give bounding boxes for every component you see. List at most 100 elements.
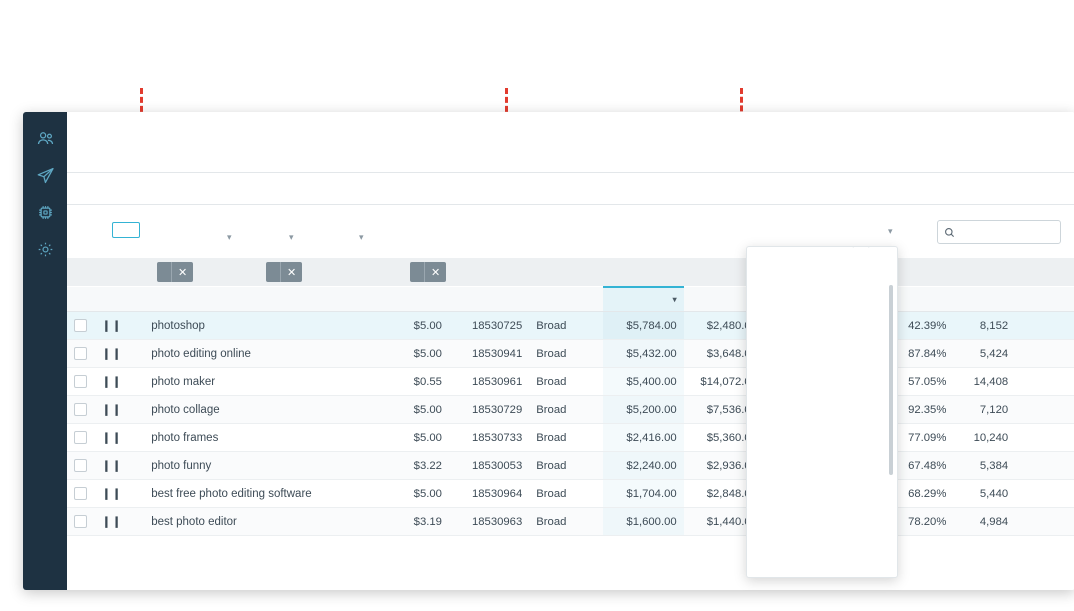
th-keyword-id[interactable]: [449, 287, 529, 312]
row-checkbox-cell[interactable]: [67, 424, 95, 452]
row-checkbox[interactable]: [74, 375, 87, 388]
table-row[interactable]: ❙❙photo funny$3.2218530053Broad$2,240.00…: [67, 452, 1074, 480]
row-checkbox-cell[interactable]: [67, 340, 95, 368]
row-spend: $2,240.00: [603, 452, 683, 480]
send-icon[interactable]: [23, 157, 67, 194]
row-checkbox[interactable]: [74, 431, 87, 444]
row-checkbox-cell[interactable]: [67, 452, 95, 480]
filter-bar: ✕ ✕ ✕: [67, 258, 1074, 286]
row-cost-per: [1015, 480, 1074, 508]
row-cost-per: [1015, 508, 1074, 536]
row-status: ❙❙: [95, 340, 144, 368]
sub-nav: [67, 180, 1074, 205]
table-row[interactable]: ❙❙photo maker$0.5518530961Broad$5,400.00…: [67, 368, 1074, 396]
pause-icon: ❙❙: [102, 348, 122, 360]
pause-icon: ❙❙: [102, 404, 122, 416]
table-row[interactable]: ❙❙photo collage$5.0018530729Broad$5,200.…: [67, 396, 1074, 424]
table-row[interactable]: ❙❙photo frames$5.0018530733Broad$2,416.0…: [67, 424, 1074, 452]
chip-icon[interactable]: [23, 194, 67, 231]
table-row[interactable]: ❙❙best free photo editing software$5.001…: [67, 480, 1074, 508]
row-cost-per: [1015, 452, 1074, 480]
th-match-type[interactable]: [529, 287, 603, 312]
row-checkbox[interactable]: [74, 319, 87, 332]
th-cpt-bid[interactable]: [375, 287, 449, 312]
dropdown-scrollbar[interactable]: [889, 285, 893, 475]
row-keyword-id: 18530729: [449, 396, 529, 424]
actions-menu[interactable]: ▾: [224, 229, 232, 243]
row-installs: 5,440: [953, 480, 1015, 508]
filters-dropdown-trigger[interactable]: ▾: [885, 225, 893, 237]
th-status[interactable]: [95, 287, 144, 312]
dropdown-pointer: [853, 246, 870, 255]
row-checkbox-cell[interactable]: [67, 480, 95, 508]
create-rule-menu[interactable]: ▾: [356, 229, 364, 243]
row-cpt-bid: $3.22: [375, 452, 449, 480]
row-cost-per: [1015, 312, 1074, 340]
row-ttr: 67.48%: [890, 452, 954, 480]
row-keyword-id: 18530963: [449, 508, 529, 536]
close-icon[interactable]: ✕: [171, 262, 193, 282]
table-row[interactable]: ❙❙photo editing online$5.0018530941Broad…: [67, 340, 1074, 368]
add-keywords-button[interactable]: [112, 222, 140, 238]
row-checkbox-cell[interactable]: [67, 396, 95, 424]
th-cost-per[interactable]: [1015, 287, 1074, 312]
row-checkbox[interactable]: [74, 515, 87, 528]
row-keyword: photo frames: [144, 424, 375, 452]
row-checkbox-cell[interactable]: [67, 312, 95, 340]
top-nav: [67, 144, 1074, 173]
main-content: ▾ ▾ ▾ ▾ ✕: [67, 112, 1074, 590]
close-icon[interactable]: ✕: [424, 262, 446, 282]
row-cpt-bid: $5.00: [375, 480, 449, 508]
sort-desc-icon: ▾: [673, 295, 677, 304]
row-installs: 5,424: [953, 340, 1015, 368]
row-ttr: 92.35%: [890, 396, 954, 424]
filter-chip-keyword-text[interactable]: ✕: [266, 262, 302, 282]
th-keyword[interactable]: [144, 287, 375, 312]
pause-icon: ❙❙: [102, 516, 122, 528]
row-checkbox[interactable]: [74, 403, 87, 416]
row-match-type: Broad: [529, 368, 603, 396]
filter-chip-status[interactable]: ✕: [157, 262, 193, 282]
th-installs[interactable]: [953, 287, 1015, 312]
row-keyword: best photo editor: [144, 508, 375, 536]
pause-icon: ❙❙: [102, 460, 122, 472]
row-keyword-id: 18530961: [449, 368, 529, 396]
row-ttr: 77.09%: [890, 424, 954, 452]
row-checkbox[interactable]: [74, 459, 87, 472]
row-status: ❙❙: [95, 508, 144, 536]
search-icon: [944, 227, 955, 238]
row-checkbox-cell[interactable]: [67, 368, 95, 396]
table-body: ❙❙photoshop$5.0018530725Broad$5,784.00$2…: [67, 312, 1074, 536]
row-cpt-bid: $3.19: [375, 508, 449, 536]
row-checkbox[interactable]: [74, 487, 87, 500]
row-cpt-bid: $5.00: [375, 340, 449, 368]
row-spend: $5,400.00: [603, 368, 683, 396]
row-cpt-bid: $0.55: [375, 368, 449, 396]
row-match-type: Broad: [529, 340, 603, 368]
app-window: ▾ ▾ ▾ ▾ ✕: [23, 112, 1074, 590]
chevron-down-icon: ▾: [359, 232, 364, 242]
users-icon[interactable]: [23, 120, 67, 157]
th-select-all[interactable]: [67, 287, 95, 312]
row-match-type: Broad: [529, 452, 603, 480]
row-ttr: 57.05%: [890, 368, 954, 396]
row-keyword-id: 18530725: [449, 312, 529, 340]
row-match-type: Broad: [529, 508, 603, 536]
table-row[interactable]: ❙❙photoshop$5.0018530725Broad$5,784.00$2…: [67, 312, 1074, 340]
table-row[interactable]: ❙❙best photo editor$3.1918530963Broad$1,…: [67, 508, 1074, 536]
row-keyword: photo maker: [144, 368, 375, 396]
row-keyword: photoshop: [144, 312, 375, 340]
close-icon[interactable]: ✕: [280, 262, 302, 282]
row-checkbox-cell[interactable]: [67, 508, 95, 536]
row-keyword: best free photo editing software: [144, 480, 375, 508]
filter-chip-spend[interactable]: ✕: [410, 262, 446, 282]
pause-icon: ❙❙: [102, 320, 122, 332]
keywords-table: ▾ ❙❙photoshop$5.0018530725Broad$5,784.00…: [67, 286, 1074, 536]
th-spend[interactable]: ▾: [603, 287, 683, 312]
th-ttr[interactable]: [890, 287, 954, 312]
gear-icon[interactable]: [23, 231, 67, 268]
row-keyword: photo collage: [144, 396, 375, 424]
quick-edit-menu[interactable]: ▾: [286, 229, 294, 243]
row-checkbox[interactable]: [74, 347, 87, 360]
search-input[interactable]: [937, 220, 1061, 244]
